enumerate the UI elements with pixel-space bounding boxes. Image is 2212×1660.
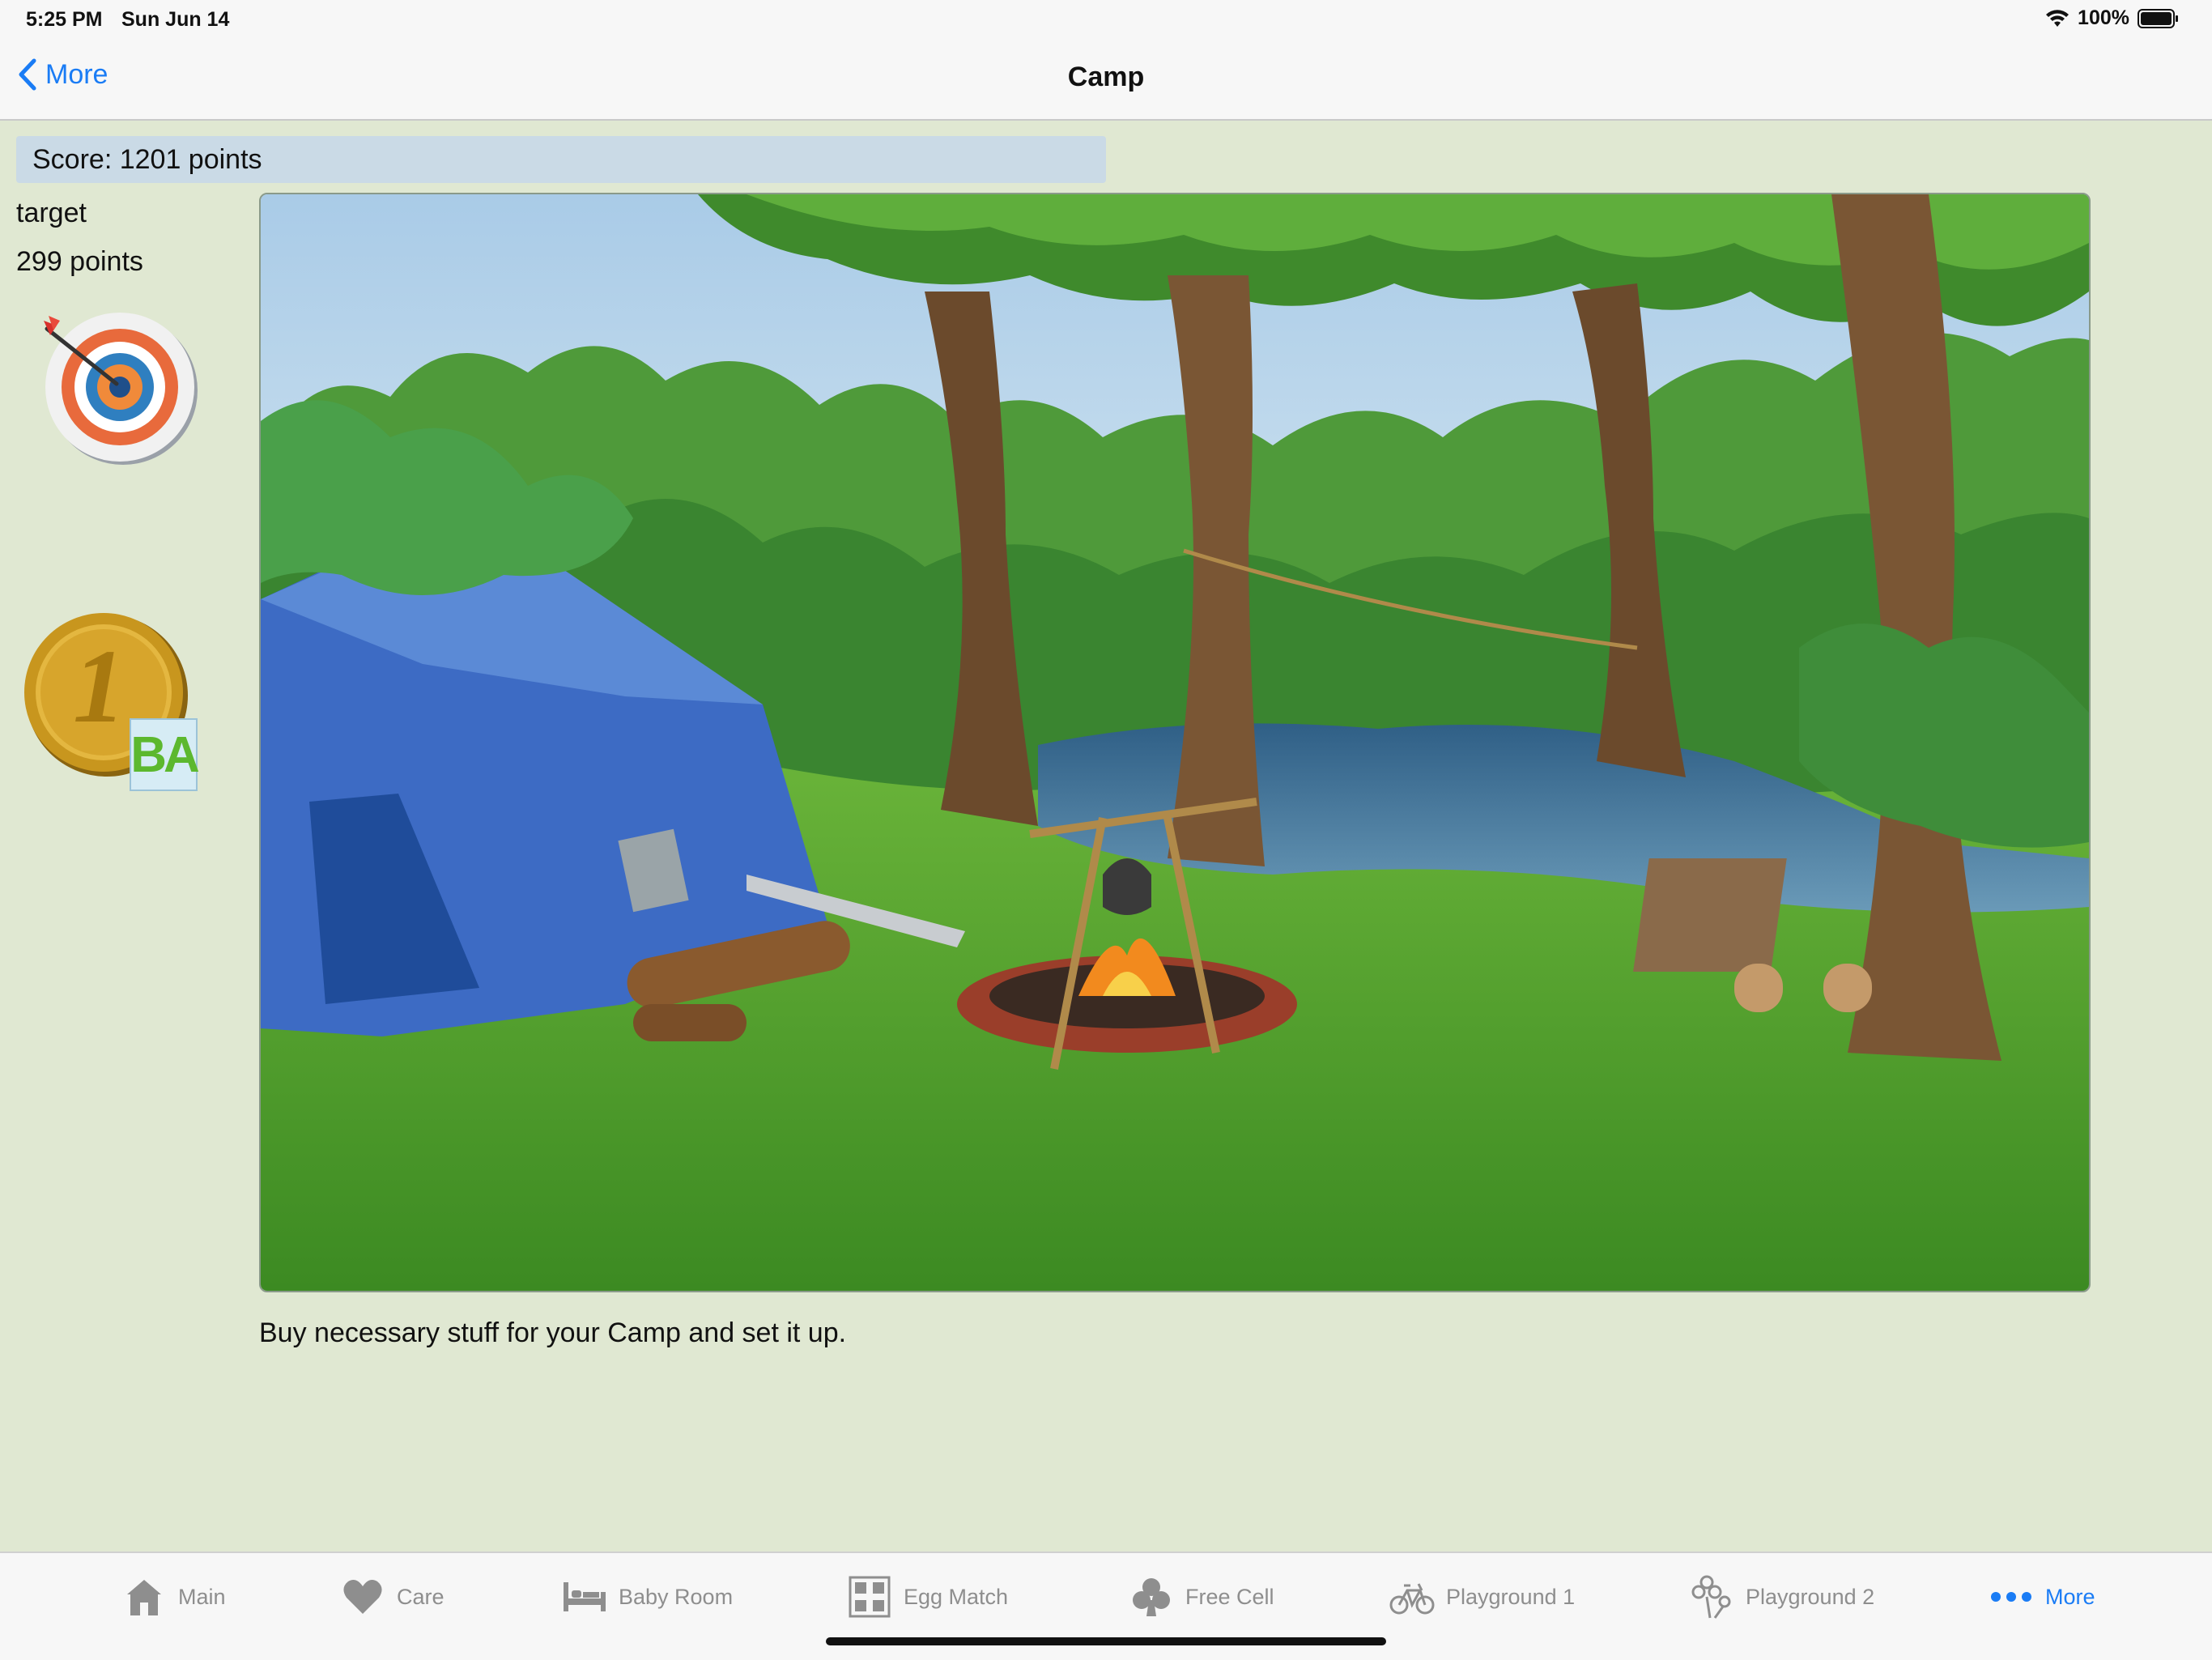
home-indicator[interactable] xyxy=(826,1637,1386,1645)
scene-description: Buy necessary stuff for your Camp and se… xyxy=(259,1317,847,1348)
score-bar: Score: 1201 points xyxy=(16,136,1106,183)
flower-icon xyxy=(1689,1574,1734,1620)
wifi-icon xyxy=(2046,9,2069,27)
ellipsis-icon xyxy=(1989,1574,2034,1620)
status-time: 5:25 PM xyxy=(26,8,103,31)
camp-scene[interactable] xyxy=(259,193,2091,1292)
status-date: Sun Jun 14 xyxy=(121,8,230,31)
tab-playground-1[interactable]: Playground 1 xyxy=(1389,1574,1575,1620)
target-points: 299 points xyxy=(16,246,143,277)
heart-icon xyxy=(340,1574,385,1620)
tab-playground-2-label: Playground 2 xyxy=(1746,1584,1875,1609)
house-icon xyxy=(121,1574,167,1620)
club-icon xyxy=(1129,1574,1174,1620)
tab-care[interactable]: Care xyxy=(340,1574,445,1620)
grid-icon xyxy=(847,1574,892,1620)
camp-illustration xyxy=(261,194,2089,1291)
target-icon[interactable] xyxy=(39,306,201,468)
tab-egg-match[interactable]: Egg Match xyxy=(847,1574,1008,1620)
bicycle-icon xyxy=(1389,1574,1435,1620)
tab-main-label: Main xyxy=(178,1584,226,1609)
coin-badge[interactable]: 1 BA xyxy=(23,611,209,794)
status-bar: 5:25 PM Sun Jun 14 100% xyxy=(0,0,2212,40)
page-title: Camp xyxy=(1067,62,1145,92)
tab-free-cell[interactable]: Free Cell xyxy=(1129,1574,1274,1620)
score-text: Score: 1201 points xyxy=(32,143,262,175)
coin-badge-text: BA xyxy=(130,718,200,791)
battery-percent: 100% xyxy=(2078,6,2129,29)
tab-baby-room-label: Baby Room xyxy=(619,1584,734,1609)
tab-care-label: Care xyxy=(397,1584,445,1609)
tab-free-cell-label: Free Cell xyxy=(1185,1584,1274,1609)
navigation-bar: More Camp xyxy=(0,40,2212,121)
coin-number: 1 xyxy=(73,628,125,745)
tab-baby-room[interactable]: Baby Room xyxy=(562,1574,733,1620)
battery-icon xyxy=(2138,8,2178,28)
tab-playground-2[interactable]: Playground 2 xyxy=(1689,1574,1874,1620)
tab-more[interactable]: More xyxy=(1989,1574,2095,1620)
tab-egg-match-label: Egg Match xyxy=(904,1584,1009,1609)
tab-main[interactable]: Main xyxy=(121,1574,226,1620)
target-label: target xyxy=(16,198,87,228)
status-indicators: 100% xyxy=(2045,6,2180,30)
tab-more-label: More xyxy=(2045,1584,2095,1609)
tab-playground-1-label: Playground 1 xyxy=(1446,1584,1576,1609)
bed-icon xyxy=(562,1574,607,1620)
